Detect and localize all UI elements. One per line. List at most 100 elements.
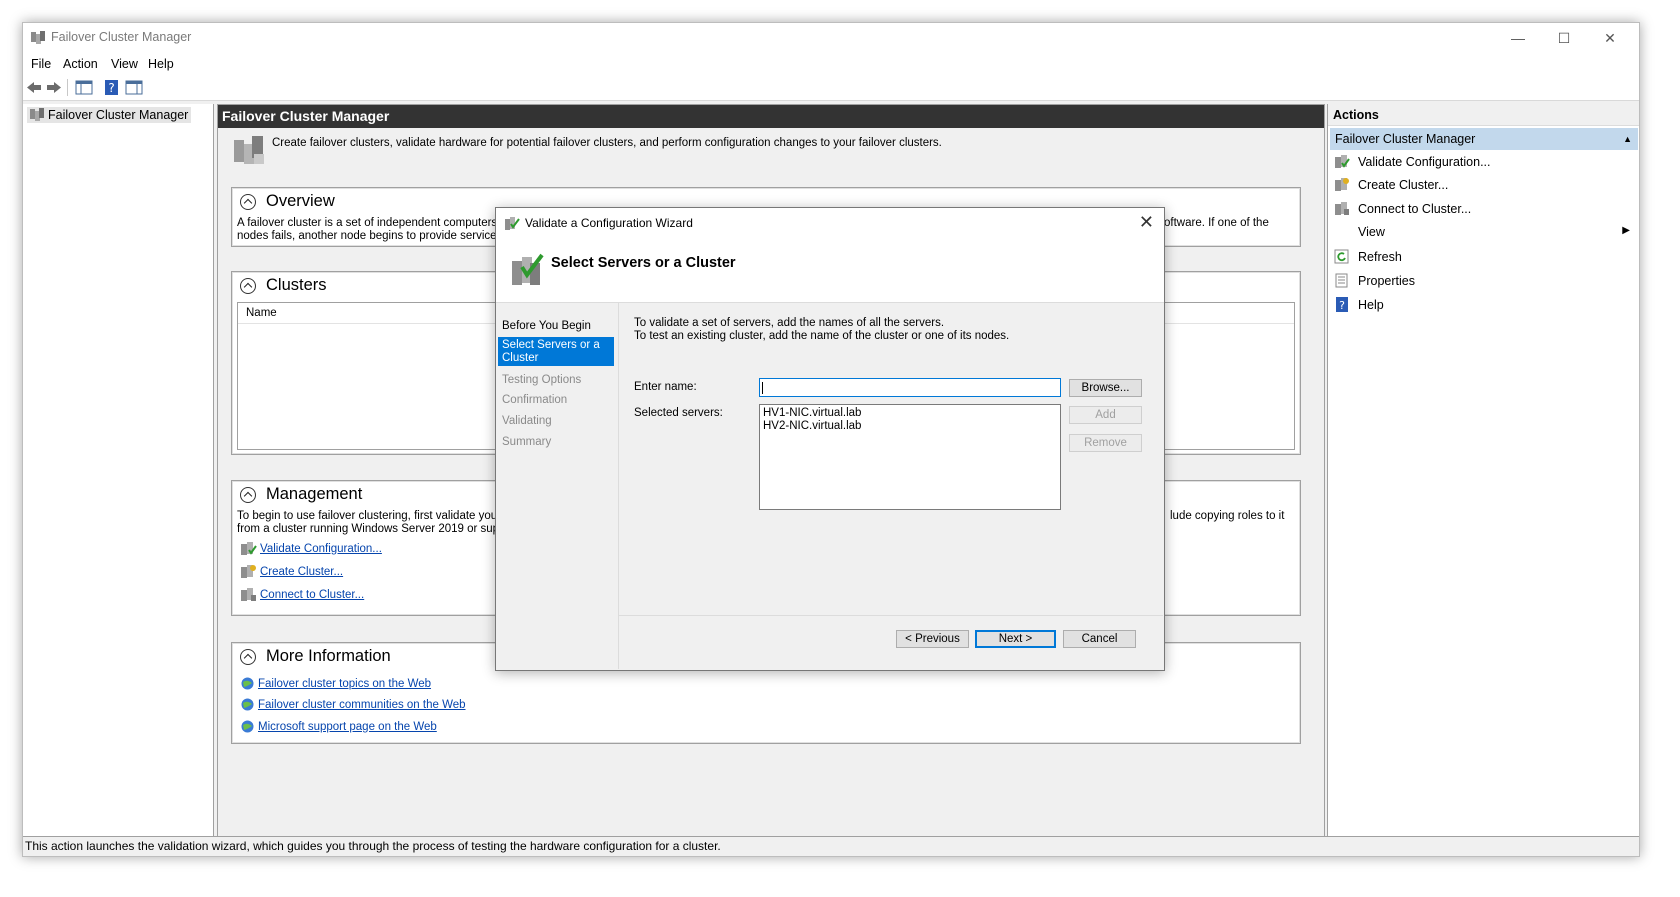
action-help[interactable]: ? Help	[1334, 297, 1384, 312]
step-select-servers[interactable]: Select Servers or a Cluster	[498, 337, 614, 366]
collapse-icon[interactable]	[240, 193, 256, 210]
collapse-icon[interactable]	[240, 277, 256, 294]
svg-text:?: ?	[108, 81, 114, 95]
link-label[interactable]: Validate Configuration...	[260, 543, 382, 555]
step-validating: Validating	[502, 415, 552, 427]
link-support-page[interactable]: Microsoft support page on the Web	[240, 719, 437, 734]
action-create-cluster[interactable]: Create Cluster...	[1334, 177, 1448, 192]
selected-servers-list[interactable]: HV1-NIC.virtual.lab HV2-NIC.virtual.lab	[759, 404, 1061, 510]
collapse-icon[interactable]	[240, 648, 256, 665]
clusters-title: Clusters	[266, 276, 327, 294]
link-label[interactable]: Failover cluster topics on the Web	[258, 678, 431, 690]
overview-text-left-1: A failover cluster is a set of independe…	[237, 217, 517, 229]
menu-view[interactable]: View	[111, 57, 138, 71]
show-hide-console-tree-icon[interactable]	[75, 79, 93, 96]
action-label: View	[1358, 225, 1385, 239]
actions-group-label: Failover Cluster Manager	[1335, 132, 1476, 146]
minimize-button[interactable]: —	[1495, 23, 1541, 53]
window-title: Failover Cluster Manager	[51, 30, 192, 44]
instructions-line-2: To test an existing cluster, add the nam…	[634, 329, 1010, 342]
management-header[interactable]: Management	[240, 485, 362, 504]
close-icon[interactable]: ✕	[1139, 212, 1154, 233]
overview-header[interactable]: Overview	[240, 192, 335, 211]
link-connect-to-cluster[interactable]: Connect to Cluster...	[240, 587, 364, 602]
list-item[interactable]: HV1-NIC.virtual.lab	[763, 407, 1057, 420]
menu-file[interactable]: File	[31, 57, 51, 71]
step-testing-options: Testing Options	[502, 374, 582, 386]
forward-arrow-icon[interactable]	[45, 79, 63, 96]
step-before-you-begin[interactable]: Before You Begin	[498, 318, 614, 335]
actions-group-header[interactable]: Failover Cluster Manager ▲	[1330, 128, 1638, 150]
link-label[interactable]: Failover cluster communities on the Web	[258, 699, 466, 711]
svg-text:?: ?	[1339, 299, 1345, 312]
more-information-title: More Information	[266, 647, 391, 665]
help-icon[interactable]: ?	[103, 79, 121, 96]
link-topics-on-web[interactable]: Failover cluster topics on the Web	[240, 676, 431, 691]
collapse-icon[interactable]	[240, 486, 256, 503]
properties-icon	[1335, 273, 1348, 288]
create-cluster-icon	[1335, 178, 1349, 191]
clusters-header[interactable]: Clusters	[240, 276, 327, 295]
footer-divider	[619, 615, 1163, 616]
instructions-line-1: To validate a set of servers, add the na…	[634, 317, 945, 329]
tree-item-failover-cluster-manager[interactable]: Failover Cluster Manager	[27, 107, 192, 123]
validate-configuration-wizard: Validate a Configuration Wizard ✕ Select…	[495, 207, 1165, 671]
link-label[interactable]: Create Cluster...	[260, 566, 343, 578]
toolbar: ?	[23, 75, 1639, 101]
management-text-left-1: To begin to use failover clustering, fir…	[237, 510, 511, 522]
link-create-cluster[interactable]: Create Cluster...	[240, 564, 343, 579]
next-button[interactable]: Next >	[975, 630, 1056, 648]
step-confirmation: Confirmation	[502, 394, 568, 406]
remove-button[interactable]: Remove	[1069, 434, 1142, 452]
wizard-heading: Select Servers or a Cluster	[551, 255, 736, 271]
show-hide-action-pane-icon[interactable]	[125, 79, 143, 96]
step-summary: Summary	[502, 436, 552, 448]
action-connect-to-cluster[interactable]: Connect to Cluster...	[1334, 201, 1471, 216]
more-information-header[interactable]: More Information	[240, 647, 391, 666]
add-button[interactable]: Add	[1069, 406, 1142, 424]
list-item[interactable]: HV2-NIC.virtual.lab	[763, 420, 1057, 433]
link-label[interactable]: Connect to Cluster...	[260, 589, 364, 601]
create-cluster-icon	[241, 565, 256, 578]
maximize-button[interactable]: ☐	[1541, 23, 1587, 53]
action-refresh[interactable]: Refresh	[1334, 249, 1402, 264]
intro-text: Create failover clusters, validate hardw…	[272, 137, 942, 149]
center-header: Failover Cluster Manager	[218, 105, 1324, 128]
link-validate-configuration[interactable]: Validate Configuration...	[240, 541, 382, 556]
close-button[interactable]: ✕	[1587, 23, 1633, 53]
validate-icon	[1335, 155, 1350, 168]
back-arrow-icon[interactable]	[25, 79, 43, 96]
collapse-up-icon[interactable]: ▲	[1623, 128, 1632, 150]
cluster-node-icon	[30, 108, 44, 121]
link-label[interactable]: Microsoft support page on the Web	[258, 721, 437, 733]
action-properties[interactable]: Properties	[1334, 273, 1415, 288]
refresh-icon	[1334, 249, 1349, 264]
validate-icon	[241, 542, 257, 555]
column-name[interactable]: Name	[246, 307, 277, 319]
action-label: Validate Configuration...	[1358, 154, 1491, 169]
browse-button[interactable]: Browse...	[1069, 379, 1142, 397]
console-tree: Failover Cluster Manager	[23, 104, 214, 836]
wizard-body: To validate a set of servers, add the na…	[619, 303, 1163, 669]
menu-action[interactable]: Action	[63, 57, 98, 71]
tree-item-label: Failover Cluster Manager	[48, 108, 189, 122]
action-validate-configuration[interactable]: Validate Configuration...	[1334, 154, 1491, 169]
help-icon: ?	[1336, 297, 1348, 312]
enter-name-input[interactable]	[759, 378, 1061, 397]
cancel-button[interactable]: Cancel	[1063, 630, 1136, 648]
toolbar-separator	[67, 79, 68, 96]
overview-title: Overview	[266, 192, 335, 210]
action-view[interactable]: View ▶	[1334, 225, 1630, 239]
actions-pane: Actions Failover Cluster Manager ▲ Valid…	[1327, 104, 1639, 836]
menu-bar: File Action View Help	[23, 53, 1639, 75]
cluster-app-icon	[31, 31, 45, 44]
action-label: Refresh	[1358, 249, 1402, 264]
action-label: Help	[1358, 297, 1384, 312]
overview-text-right-1: oftware. If one of the	[1164, 217, 1269, 229]
link-communities-on-web[interactable]: Failover cluster communities on the Web	[240, 697, 466, 712]
previous-button[interactable]: < Previous	[896, 630, 969, 648]
connect-cluster-icon	[241, 588, 256, 601]
management-title: Management	[266, 485, 363, 503]
menu-help[interactable]: Help	[148, 57, 174, 71]
web-globe-icon	[241, 677, 254, 690]
